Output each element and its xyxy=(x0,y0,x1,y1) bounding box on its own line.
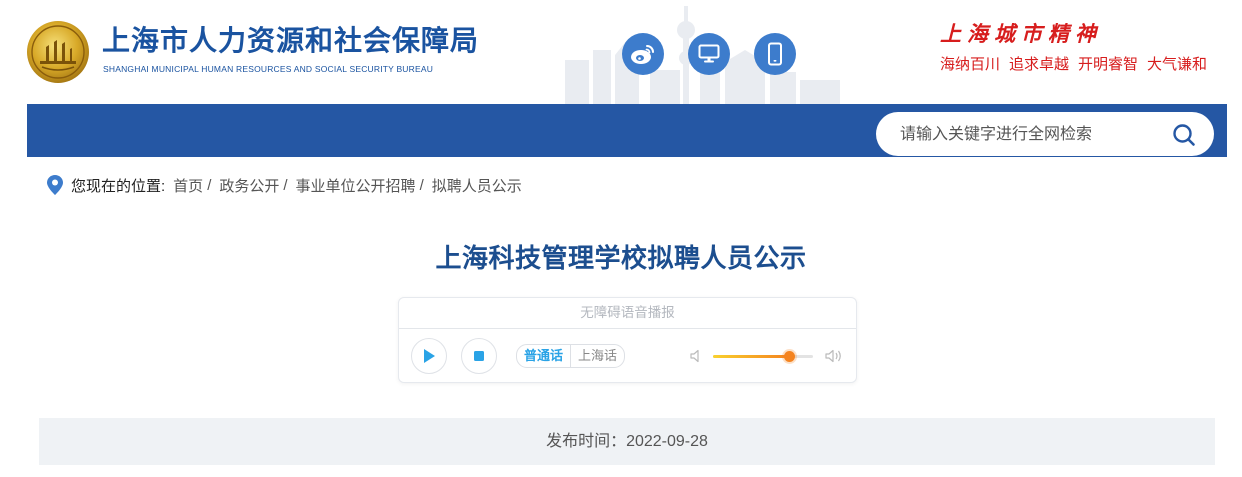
org-name-cn: 上海市人力资源和社会保障局 xyxy=(102,25,480,56)
publish-date: 2022-09-28 xyxy=(626,433,708,450)
play-icon xyxy=(424,349,435,363)
audio-player: 无障碍语音播报 普通话 上海话 xyxy=(398,297,857,383)
dialect-mandarin[interactable]: 普通话 xyxy=(517,345,572,367)
main-navbar xyxy=(27,104,1227,158)
desktop-button[interactable] xyxy=(688,33,730,75)
breadcrumb-home[interactable]: 首页 xyxy=(173,175,203,196)
city-spirit-title: 上海城市精神 xyxy=(940,21,1102,46)
player-title: 无障碍语音播报 xyxy=(399,298,856,329)
weibo-button[interactable] xyxy=(622,33,664,75)
volume-slider[interactable] xyxy=(713,351,813,362)
breadcrumb-label: 您现在的位置: xyxy=(71,177,166,195)
volume-level xyxy=(713,355,789,358)
mobile-button[interactable] xyxy=(754,33,796,75)
dialect-switch: 普通话 上海话 xyxy=(516,344,626,368)
site-search xyxy=(876,112,1214,158)
stop-icon xyxy=(474,351,484,361)
city-spirit-phrases: 海纳百川 追求卓越 开明睿智 大气谦和 xyxy=(940,53,1216,74)
publish-label: 发布时间： xyxy=(546,433,627,450)
bureau-emblem-logo[interactable] xyxy=(26,20,90,84)
breadcrumb-gov-affairs[interactable]: 政务公开 xyxy=(219,175,279,196)
search-input[interactable] xyxy=(898,112,1162,158)
breadcrumb-separator: / xyxy=(207,176,212,194)
breadcrumb-separator: / xyxy=(419,176,424,194)
volume-max-icon[interactable] xyxy=(824,348,844,364)
page-title: 上海科技管理学校拟聘人员公示 xyxy=(435,243,807,273)
breadcrumb-public-recruitment[interactable]: 事业单位公开招聘 xyxy=(296,175,416,196)
spirit-phrase: 海纳百川 xyxy=(940,56,1001,73)
breadcrumb: 您现在的位置: 首页 / 政务公开 / 事业单位公开招聘 / 拟聘人员公示 xyxy=(47,174,522,196)
stop-button[interactable] xyxy=(461,338,497,374)
play-button[interactable] xyxy=(411,338,447,374)
volume-mute-icon[interactable] xyxy=(689,348,705,364)
desktop-icon xyxy=(698,44,720,63)
search-icon[interactable] xyxy=(1172,123,1196,147)
weibo-icon xyxy=(631,45,654,64)
location-pin-icon xyxy=(47,175,63,195)
spirit-phrase: 追求卓越 xyxy=(1009,56,1070,73)
mobile-icon xyxy=(768,42,782,66)
dialect-shanghainese[interactable]: 上海话 xyxy=(571,345,624,367)
spirit-phrase: 开明睿智 xyxy=(1078,56,1139,73)
publish-info-bar: 发布时间：2022-09-28 xyxy=(39,418,1215,465)
breadcrumb-separator: / xyxy=(283,176,288,194)
org-name-en: SHANGHAI MUNICIPAL HUMAN RESOURCES AND S… xyxy=(103,64,434,74)
site-header: 上海市人力资源和社会保障局 SHANGHAI MUNICIPAL HUMAN R… xyxy=(0,0,1242,104)
volume-knob[interactable] xyxy=(784,351,795,362)
spirit-phrase: 大气谦和 xyxy=(1147,56,1208,73)
breadcrumb-current[interactable]: 拟聘人员公示 xyxy=(432,175,522,196)
